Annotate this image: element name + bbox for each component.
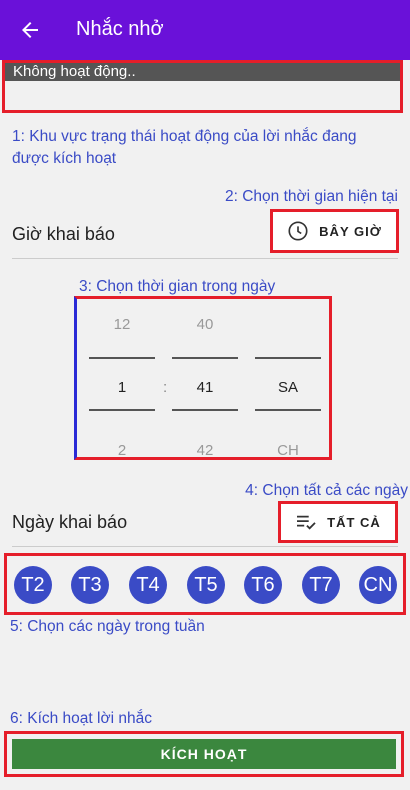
now-button[interactable]: BÂY GIỜ — [270, 209, 399, 253]
day-t5[interactable]: T5 — [187, 566, 225, 604]
day-t2[interactable]: T2 — [14, 566, 52, 604]
app-bar: Nhắc nhở — [0, 0, 410, 60]
time-label: Giờ khai báo — [12, 224, 115, 244]
now-button-label: BÂY GIỜ — [319, 223, 382, 239]
day-t3[interactable]: T3 — [71, 566, 109, 604]
days-label: Ngày khai báo — [12, 512, 128, 532]
select-all-label: TẤT CẢ — [327, 514, 381, 530]
hour-value[interactable]: 1 — [89, 379, 155, 396]
hour-prev[interactable]: 12 — [89, 316, 155, 333]
activate-area: KÍCH HOẠT — [4, 731, 404, 777]
minute-value[interactable]: 41 — [172, 379, 238, 396]
day-t7[interactable]: T7 — [302, 566, 340, 604]
annotation-6: 6: Kích hoạt lời nhắc — [10, 710, 152, 727]
annotation-2: 2: Chọn thời gian hiện tại — [224, 188, 398, 205]
annotation-3: 3: Chọn thời gian trong ngày — [79, 278, 276, 295]
day-t6[interactable]: T6 — [244, 566, 282, 604]
ampm-next[interactable]: CH — [255, 442, 321, 459]
picker-line — [89, 357, 155, 359]
picker-line — [172, 357, 238, 359]
ampm-value[interactable]: SA — [255, 379, 321, 396]
activate-button[interactable]: KÍCH HOẠT — [12, 739, 396, 769]
status-text: Không hoạt động.. — [5, 63, 400, 81]
checklist-icon — [297, 515, 316, 530]
hour-next[interactable]: 2 — [89, 442, 155, 459]
divider — [12, 546, 398, 547]
picker-line — [255, 357, 321, 359]
picker-line — [255, 409, 321, 411]
day-t4[interactable]: T4 — [129, 566, 167, 604]
picker-separator: : — [163, 379, 168, 396]
day-cn[interactable]: CN — [359, 566, 397, 604]
page-title: Nhắc nhở — [76, 18, 164, 40]
annotation-5: 5: Chọn các ngày trong tuần — [10, 618, 205, 635]
annotation-1: 1: Khu vực trạng thái hoạt động của lời … — [12, 128, 357, 167]
minute-prev[interactable]: 40 — [172, 316, 238, 333]
clock-icon — [288, 221, 308, 241]
picker-line — [172, 409, 238, 411]
divider — [12, 258, 398, 259]
annotation-4: 4: Chọn tất cả các ngày — [245, 482, 408, 499]
arrow-back-icon[interactable] — [18, 18, 42, 42]
status-area: Không hoạt động.. — [2, 60, 403, 113]
weekday-selector: T2 T3 T4 T5 T6 T7 CN — [4, 553, 406, 615]
time-picker: 12 1 2 : 40 41 42 SA CH — [74, 296, 332, 460]
minute-next[interactable]: 42 — [172, 442, 238, 459]
picker-line — [89, 409, 155, 411]
select-all-button[interactable]: TẤT CẢ — [278, 501, 398, 543]
